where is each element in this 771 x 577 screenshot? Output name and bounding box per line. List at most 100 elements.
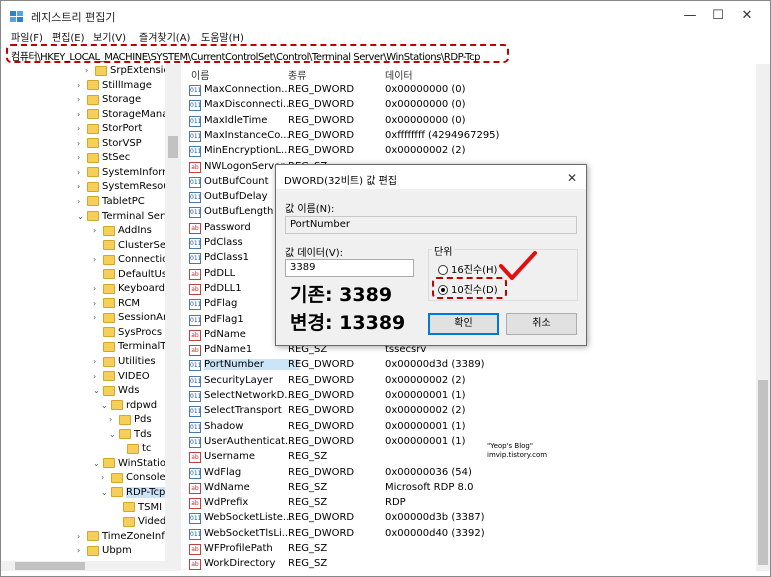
menu-file[interactable]: 파일(F) <box>11 29 43 44</box>
menu-help[interactable]: 도움말(H) <box>201 29 244 44</box>
tree-hscroll-thumb[interactable] <box>15 562 85 570</box>
value-row[interactable]: 011 WebSocketListe... REG_DWORD 0x00000d3b … <box>187 511 757 526</box>
value-row[interactable]: 011 MaxInstanceCo... REG_DWORD 0xffffffff (… <box>187 129 757 144</box>
tree-item[interactable]: › RCM <box>93 298 140 313</box>
decimal-radio-option[interactable]: 10진수(D) <box>438 281 498 296</box>
tree-expander-icon[interactable]: › <box>101 473 111 482</box>
tree-expander-icon[interactable]: › <box>93 255 103 264</box>
address-bar[interactable]: 컴퓨터\HKEY_LOCAL_MACHINE\SYSTEM\CurrentCon… <box>6 44 509 63</box>
tree-expander-icon[interactable]: ⌄ <box>101 488 111 497</box>
tree-expander-icon[interactable]: › <box>77 124 87 133</box>
tree-item[interactable]: › TabletPC <box>77 196 145 211</box>
tree-expander-icon[interactable]: › <box>77 182 87 191</box>
value-row[interactable]: 011 MinEncryptionL... REG_DWORD 0x00000002 … <box>187 144 757 159</box>
list-vertical-scrollbar[interactable] <box>756 64 770 571</box>
tree-expander-icon[interactable]: › <box>77 139 87 148</box>
value-row[interactable]: 011 UserAuthenticat... REG_DWORD 0x00000001… <box>187 435 757 450</box>
value-row[interactable]: 011 Shadow REG_DWORD 0x00000001 (1) <box>187 420 757 435</box>
tree-item[interactable]: › StSec <box>77 152 130 167</box>
tree-item[interactable]: › Utilities <box>93 356 156 371</box>
tree-item[interactable]: › StorVSP <box>77 138 142 153</box>
tree-expander-icon[interactable]: › <box>93 372 103 381</box>
decimal-radio-button[interactable] <box>438 285 448 295</box>
tree-expander-icon[interactable]: › <box>93 357 103 366</box>
value-row[interactable]: 011 PortNumber REG_DWORD 0x00000d3d (3389) <box>187 358 757 373</box>
tree-item[interactable]: ⌄ Wds <box>93 385 139 400</box>
tree-item[interactable]: › Connection <box>93 254 175 269</box>
tree-item[interactable]: TSMI <box>113 502 162 517</box>
tree-item[interactable]: › AddIns <box>93 225 152 240</box>
tree-item[interactable]: › StorageManag <box>77 109 175 124</box>
tree-expander-icon[interactable]: ⌄ <box>109 430 119 439</box>
tree-expander-icon[interactable]: › <box>109 415 119 424</box>
tree-item[interactable]: ⌄ Tds <box>109 429 152 444</box>
tree-expander-icon[interactable]: › <box>77 153 87 162</box>
tree-expander-icon[interactable]: ⌄ <box>93 459 103 468</box>
tree-item[interactable]: › Ubpm <box>77 545 132 560</box>
tree-horizontal-scrollbar[interactable] <box>1 561 181 571</box>
tree-item[interactable]: ⌄ rdpwd <box>101 400 157 415</box>
tree-scroll-thumb[interactable] <box>168 136 178 158</box>
value-row[interactable]: 011 SelectNetworkD... REG_DWORD 0x00000001 … <box>187 389 757 404</box>
tree-expander-icon[interactable]: › <box>93 313 103 322</box>
minimize-button[interactable]: — <box>675 5 705 27</box>
menu-edit[interactable]: 편집(E) <box>52 29 85 44</box>
tree-expander-icon[interactable]: ⌄ <box>93 386 103 395</box>
tree-item[interactable]: ClusterSett <box>93 240 174 255</box>
menu-favorites[interactable]: 즐겨찾기(A) <box>139 29 190 44</box>
tree-expander-icon[interactable]: › <box>77 110 87 119</box>
tree-item[interactable]: Vided <box>113 516 166 531</box>
tree-expander-icon[interactable]: › <box>93 226 103 235</box>
tree-item[interactable]: ⌄ Terminal Serv <box>77 211 170 226</box>
value-row[interactable]: ab WorkDirectory REG_SZ <box>187 557 757 572</box>
tree-vertical-scrollbar[interactable] <box>165 64 181 564</box>
maximize-button[interactable]: ☐ <box>703 5 733 27</box>
tree-item[interactable]: › KeyboardTy <box>93 283 175 298</box>
tree-item[interactable]: › SystemInform <box>77 167 172 182</box>
tree-item[interactable]: TerminalTy <box>93 341 171 356</box>
value-row[interactable]: 011 MaxDisconnecti... REG_DWORD 0x00000000 … <box>187 98 757 113</box>
tree-item[interactable]: ⌄ RDP-Tcp <box>101 486 166 502</box>
tree-item[interactable]: DefaultUse <box>93 269 173 284</box>
tree-expander-icon[interactable]: › <box>93 284 103 293</box>
dialog-close-button[interactable]: ✕ <box>563 169 581 187</box>
tree-expander-icon[interactable]: › <box>77 81 87 90</box>
tree-item[interactable]: › StorPort <box>77 123 142 138</box>
tree-expander-icon[interactable]: › <box>77 197 87 206</box>
value-row[interactable]: ab Username REG_SZ <box>187 450 757 465</box>
value-row[interactable]: 011 WdFlag REG_DWORD 0x00000036 (54) <box>187 466 757 481</box>
column-header-type[interactable]: 종류 <box>288 67 306 82</box>
tree-item[interactable]: tc <box>117 443 151 458</box>
tree-expander-icon[interactable]: › <box>85 66 95 75</box>
value-row[interactable]: ab WdName REG_SZ Microsoft RDP 8.0 <box>187 481 757 496</box>
hex-radio-button[interactable] <box>438 265 448 275</box>
value-data-input[interactable]: 3389 <box>285 259 414 277</box>
ok-button[interactable]: 확인 <box>428 313 499 335</box>
value-row[interactable]: 011 SecurityLayer REG_DWORD 0x00000002 (2) <box>187 374 757 389</box>
cancel-button[interactable]: 취소 <box>506 313 577 335</box>
tree-expander-icon[interactable]: › <box>93 299 103 308</box>
value-row[interactable]: 011 WebSocketTlsLi... REG_DWORD 0x00000d40 … <box>187 527 757 542</box>
tree-item[interactable]: › StillImage <box>77 80 152 95</box>
tree-item[interactable]: › Pds <box>109 414 152 429</box>
column-header-data[interactable]: 데이터 <box>385 67 413 82</box>
value-row[interactable]: ab WFProfilePath REG_SZ <box>187 542 757 557</box>
tree-item[interactable]: › TimeZoneInfo <box>77 531 171 546</box>
close-button[interactable]: ✕ <box>732 5 762 27</box>
tree-expander-icon[interactable]: › <box>77 532 87 541</box>
menu-view[interactable]: 보기(V) <box>93 29 126 44</box>
list-scroll-thumb[interactable] <box>758 380 768 565</box>
tree-item[interactable]: › Console <box>101 472 166 487</box>
value-row[interactable]: 011 MaxIdleTime REG_DWORD 0x00000000 (0) <box>187 114 757 129</box>
tree-expander-icon[interactable]: › <box>77 168 87 177</box>
value-row[interactable]: 011 MaxConnection... REG_DWORD 0x00000000 (… <box>187 83 757 98</box>
tree-item[interactable]: SysProcs <box>93 327 162 342</box>
tree-expander-icon[interactable]: › <box>77 95 87 104</box>
value-row[interactable]: ab WdPrefix REG_SZ RDP <box>187 496 757 511</box>
tree-item[interactable]: › Storage <box>77 94 141 109</box>
tree-expander-icon[interactable]: ⌄ <box>77 212 87 221</box>
tree-item[interactable]: › SystemResour <box>77 181 174 196</box>
tree-expander-icon[interactable]: ⌄ <box>101 401 111 410</box>
hex-radio-option[interactable]: 16진수(H) <box>438 261 497 276</box>
tree-item[interactable]: › SessionArb <box>93 312 173 327</box>
